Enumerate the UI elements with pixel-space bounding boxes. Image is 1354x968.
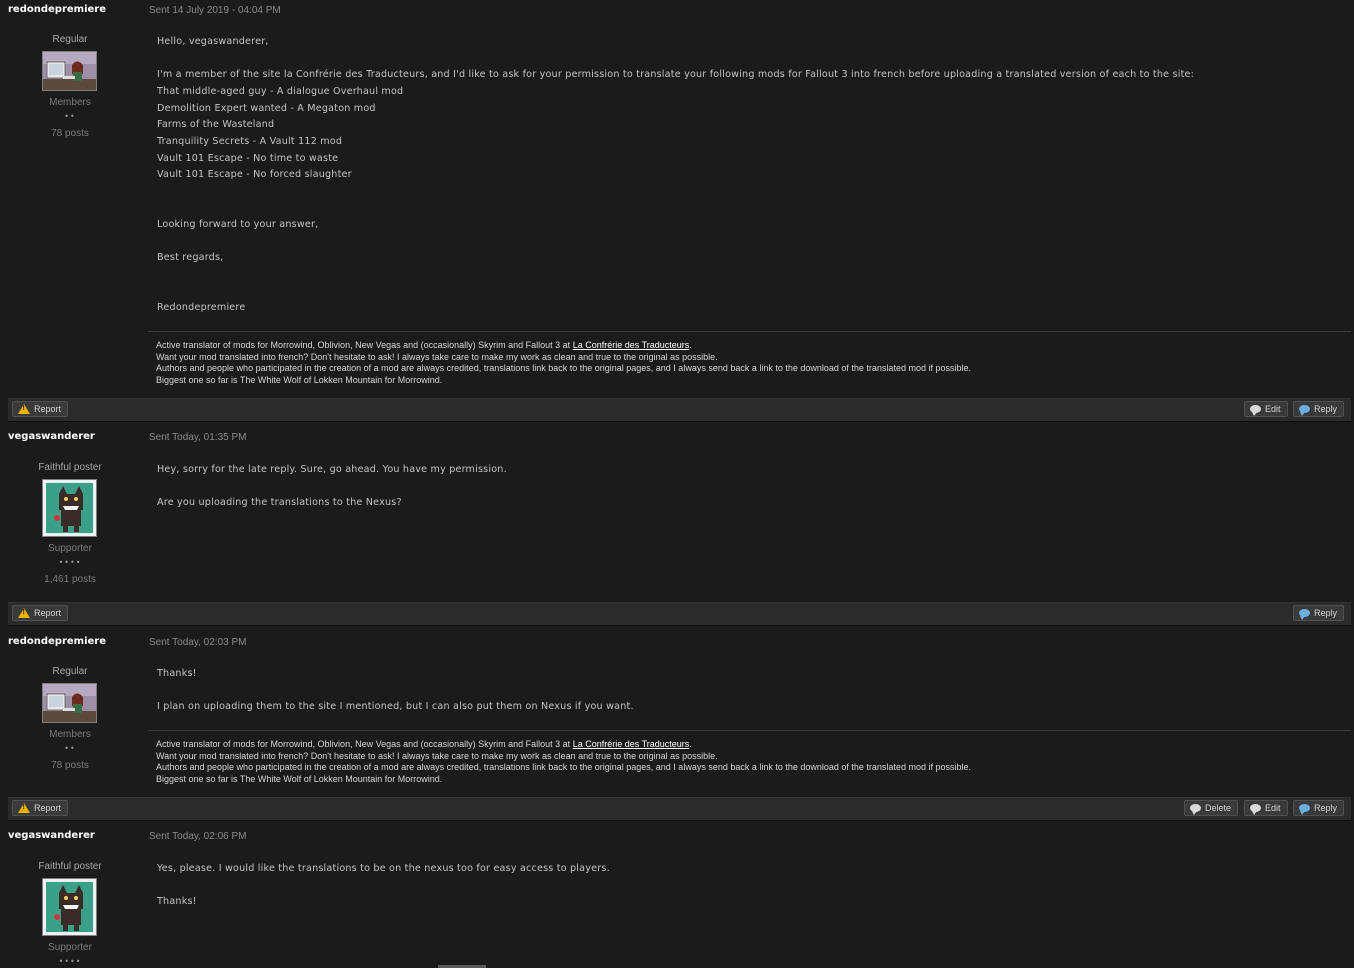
rank-pips: •• (64, 112, 76, 121)
reply-bubble-icon (1299, 804, 1310, 815)
edit-label: Edit (1265, 404, 1281, 414)
report-label: Report (34, 608, 62, 618)
avatar[interactable] (42, 683, 97, 723)
signature-line: Biggest one so far is The White Wolf of … (156, 774, 443, 784)
signature-text: Active translator of mods for Morrowind,… (156, 340, 573, 350)
post-date: Sent Today, 02:03 PM (149, 637, 247, 648)
rank-pips: •••• (58, 558, 82, 567)
reply-bubble-icon (1299, 405, 1310, 416)
post-date: Sent Today, 01:35 PM (149, 432, 247, 443)
avatar[interactable] (42, 878, 97, 936)
avatar-image-icon (43, 879, 96, 935)
message-line: That middle-aged guy - A dialogue Overha… (157, 86, 404, 97)
post-header: redondepremiere Sent 14 July 2019 - 04:0… (0, 0, 1354, 20)
message-line: Redondepremiere (157, 302, 246, 313)
avatar[interactable] (42, 479, 97, 537)
user-rank: Faithful poster (38, 462, 102, 473)
post-action-bar: Report Reply (8, 602, 1351, 626)
signature-link[interactable]: La Confrérie des Traducteurs (573, 340, 690, 350)
message-line: Best regards, (157, 252, 224, 263)
reply-button[interactable]: Reply (1293, 605, 1345, 621)
user-rank: Regular (52, 34, 88, 45)
report-button[interactable]: Report (12, 800, 69, 816)
signature-text: . (689, 340, 692, 350)
reply-button[interactable]: Reply (1293, 800, 1345, 816)
user-group: Members (49, 97, 91, 108)
signature-line: Authors and people who participated in t… (156, 762, 971, 772)
message-line: Are you uploading the translations to th… (157, 497, 402, 508)
post-date: Sent Today, 02:06 PM (149, 831, 247, 842)
message-line: Looking forward to your answer, (157, 219, 319, 230)
signature: Active translator of mods for Morrowind,… (148, 730, 1351, 787)
warning-icon (18, 608, 30, 618)
warning-icon (18, 404, 30, 414)
signature-line: Want your mod translated into french? Do… (156, 352, 718, 362)
user-group: Supporter (48, 942, 92, 953)
message-line: Yes, please. I would like the translatio… (157, 863, 610, 874)
report-label: Report (34, 803, 62, 813)
edit-bubble-icon (1250, 405, 1261, 416)
post-header: vegaswanderer Sent Today, 01:35 PM (0, 427, 1354, 447)
reply-button[interactable]: Reply (1293, 401, 1345, 417)
warning-icon (18, 803, 30, 813)
message-line: Farms of the Wasteland (157, 119, 275, 130)
author-name[interactable]: vegaswanderer (8, 431, 95, 442)
message-line: Tranquility Secrets - A Vault 112 mod (157, 136, 343, 147)
author-name[interactable]: redondepremiere (8, 636, 106, 647)
post-action-bar: Report Edit Reply (8, 398, 1351, 422)
message-line: Thanks! (157, 668, 197, 679)
signature-text: Active translator of mods for Morrowind,… (156, 739, 573, 749)
edit-button[interactable]: Edit (1244, 800, 1288, 816)
signature-line: Active translator of mods for Morrowind,… (156, 739, 692, 749)
reply-label: Reply (1314, 404, 1338, 414)
signature: Active translator of mods for Morrowind,… (148, 331, 1351, 388)
signature-line: Active translator of mods for Morrowind,… (156, 340, 692, 350)
edit-label: Edit (1265, 803, 1281, 813)
edit-bubble-icon (1250, 804, 1261, 815)
post-count: 78 posts (51, 760, 89, 771)
author-name[interactable]: redondepremiere (8, 4, 106, 15)
message-line: Vault 101 Escape - No forced slaughter (157, 169, 352, 180)
message-line: Demolition Expert wanted - A Megaton mod (157, 103, 376, 114)
signature-link[interactable]: La Confrérie des Traducteurs (573, 739, 690, 749)
post-count: 1,461 posts (44, 574, 96, 585)
message-line: I plan on uploading them to the site I m… (157, 701, 634, 712)
post-header: redondepremiere Sent Today, 02:03 PM (0, 632, 1354, 652)
post-action-bar: Report Delete Edit Reply (8, 797, 1351, 821)
post-date: Sent 14 July 2019 - 04:04 PM (149, 5, 281, 16)
user-group: Members (49, 729, 91, 740)
post-count: 78 posts (51, 128, 89, 139)
delete-label: Delete (1205, 803, 1232, 813)
avatar-image-icon (43, 684, 96, 722)
report-label: Report (34, 404, 62, 414)
user-group: Supporter (48, 543, 92, 554)
message-line: I'm a member of the site la Confrérie de… (157, 69, 1195, 80)
avatar-image-icon (43, 52, 96, 90)
author-name[interactable]: vegaswanderer (8, 830, 95, 841)
reply-bubble-icon (1299, 609, 1310, 620)
report-button[interactable]: Report (12, 401, 69, 417)
post-header: vegaswanderer Sent Today, 02:06 PM (0, 826, 1354, 846)
message-line: Hey, sorry for the late reply. Sure, go … (157, 464, 507, 475)
rank-pips: •••• (58, 957, 82, 966)
avatar[interactable] (42, 51, 97, 91)
report-button[interactable]: Report (12, 605, 69, 621)
edit-button[interactable]: Edit (1244, 401, 1288, 417)
signature-line: Biggest one so far is The White Wolf of … (156, 375, 443, 385)
delete-button[interactable]: Delete (1184, 800, 1239, 816)
signature-line: Authors and people who participated in t… (156, 363, 971, 373)
user-rank: Faithful poster (38, 861, 102, 872)
reply-label: Reply (1314, 608, 1338, 618)
avatar-image-icon (43, 480, 96, 536)
message-line: Hello, vegaswanderer, (157, 36, 269, 47)
message-line: Thanks! (157, 896, 197, 907)
reply-label: Reply (1314, 803, 1338, 813)
rank-pips: •• (64, 744, 76, 753)
signature-text: . (689, 739, 692, 749)
delete-bubble-icon (1190, 804, 1201, 815)
signature-line: Want your mod translated into french? Do… (156, 751, 718, 761)
message-line: Vault 101 Escape - No time to waste (157, 153, 339, 164)
user-rank: Regular (52, 666, 88, 677)
